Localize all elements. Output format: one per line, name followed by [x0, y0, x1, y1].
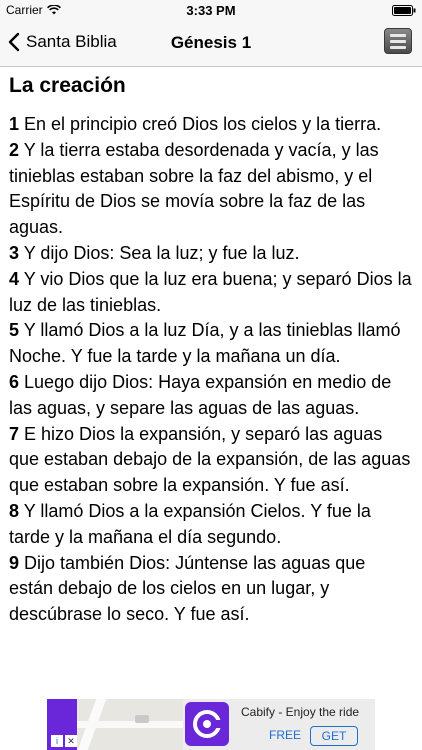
verse: 2 Y la tierra estaba desordenada y vacía…: [9, 138, 413, 241]
verse-number: 7: [9, 423, 20, 444]
cabify-c-icon: [193, 710, 223, 738]
ad-get-button[interactable]: GET: [310, 726, 358, 746]
verse-text: E hizo Dios la expansión, y separó las a…: [9, 423, 411, 496]
chapter-content[interactable]: La creación 1 En el principio creó Dios …: [9, 70, 413, 696]
verse-text: En el principio creó Dios los cielos y l…: [24, 114, 382, 134]
cabify-logo-icon: [185, 702, 229, 746]
verse-number: 9: [9, 552, 20, 573]
verse: 6 Luego dijo Dios: Haya expansión en med…: [9, 370, 413, 422]
verse-number: 8: [9, 500, 20, 521]
verse-number: 4: [9, 268, 20, 289]
verse: 4 Y vio Dios que la luz era buena; y sep…: [9, 267, 413, 319]
section-title: La creación: [9, 74, 126, 97]
ad-info-icon[interactable]: i: [51, 735, 63, 747]
status-bar: Carrier 3:33 PM: [0, 0, 422, 20]
verse: 1 En el principio creó Dios los cielos y…: [9, 112, 413, 138]
verse-text: Y llamó Dios a la luz Día, y a las tinie…: [9, 320, 401, 367]
verse-text: Y llamó Dios a la expansión Cielos. Y fu…: [9, 500, 371, 547]
verse-number: 6: [9, 371, 20, 392]
page-title: Génesis 1: [170, 33, 252, 52]
verse-number: 1: [9, 114, 20, 134]
verse-text: Y vio Dios que la luz era buena; y separ…: [9, 268, 412, 315]
verse-text: Dijo también Dios: Júntense las aguas qu…: [9, 552, 366, 625]
status-time: 3:33 PM: [186, 3, 236, 18]
battery-icon: [392, 5, 416, 16]
verse: 5 Y llamó Dios a la luz Día, y a las tin…: [9, 318, 413, 370]
verse-text: Y la tierra estaba desordenada y vacía, …: [9, 139, 379, 238]
verse: 8 Y llamó Dios a la expansión Cielos. Y …: [9, 499, 413, 551]
ad-title: Cabify - Enjoy the ride: [241, 705, 360, 719]
navigation-bar: Santa Biblia Génesis 1: [0, 20, 422, 67]
verse: 7 E hizo Dios la expansión, y separó las…: [9, 422, 413, 499]
ad-banner[interactable]: i ✕ Cabify - Enjoy the ride FREE GET: [47, 699, 375, 750]
verse-number: 3: [9, 242, 20, 263]
verse: 9 Dijo también Dios: Júntense las aguas …: [9, 551, 413, 628]
menu-button[interactable]: [384, 28, 412, 54]
verse: 3 Y dijo Dios: Sea la luz; y fue la luz.: [9, 241, 413, 267]
verse-text: Y dijo Dios: Sea la luz; y fue la luz.: [23, 242, 300, 263]
verse-text: Luego dijo Dios: Haya expansión en medio…: [9, 371, 392, 418]
ad-close-icon[interactable]: ✕: [65, 735, 77, 747]
verse-number: 2: [9, 139, 20, 160]
ad-price: FREE: [269, 728, 302, 742]
verse-number: 5: [9, 320, 20, 341]
ad-map-image: [77, 699, 183, 750]
